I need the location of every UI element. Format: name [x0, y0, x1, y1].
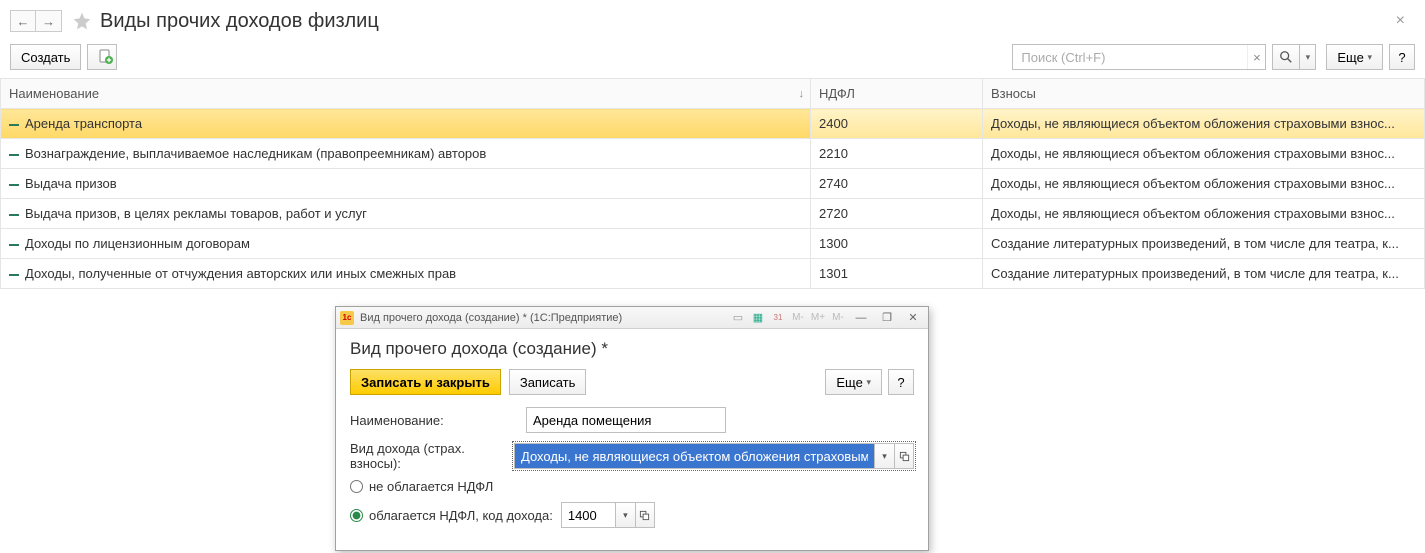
cell-dues: Создание литературных произведений, в то…	[983, 229, 1425, 259]
column-header-dues[interactable]: Взносы	[983, 79, 1425, 109]
create-income-type-dialog: 1c Вид прочего дохода (создание) * (1С:П…	[335, 306, 929, 551]
cell-ndfl: 2720	[811, 199, 983, 229]
cell-ndfl: 2400	[811, 109, 983, 139]
dialog-minimize-icon[interactable]: —	[850, 310, 872, 326]
titlebar-m-minus-icon[interactable]: M-	[790, 310, 806, 326]
table-row[interactable]: Доходы по лицензионным договорам 1300Созд…	[1, 229, 1425, 259]
create-from-template-button[interactable]	[87, 44, 117, 70]
search-clear-icon[interactable]: ×	[1247, 45, 1265, 69]
titlebar-m-minus2-icon[interactable]: M-	[830, 310, 846, 326]
radio-taxed-label: облагается НДФЛ, код дохода:	[369, 508, 553, 523]
close-page-icon[interactable]: ×	[1396, 12, 1405, 30]
app-1c-icon: 1c	[340, 311, 354, 325]
dialog-more-button[interactable]: Еще ▾	[825, 369, 882, 395]
dialog-help-button[interactable]: ?	[888, 369, 914, 395]
cell-ndfl: 1301	[811, 259, 983, 289]
cell-name: Выдача призов	[25, 176, 117, 191]
search-button[interactable]	[1272, 44, 1300, 70]
dialog-close-icon[interactable]: ✕	[902, 310, 924, 326]
search-input[interactable]	[1013, 50, 1247, 65]
save-and-close-button[interactable]: Записать и закрыть	[350, 369, 501, 395]
radio-taxed[interactable]: облагается НДФЛ, код дохода:	[350, 508, 553, 523]
cell-dues: Доходы, не являющиеся объектом обложения…	[983, 199, 1425, 229]
main-toolbar: Создать × ▾ Еще ▾ ?	[0, 40, 1425, 78]
back-button[interactable]: ←	[10, 10, 36, 32]
cell-dues: Создание литературных произведений, в то…	[983, 259, 1425, 289]
topbar: ← → Виды прочих доходов физлиц ×	[0, 0, 1425, 40]
dialog-restore-icon[interactable]: ❐	[876, 310, 898, 326]
cell-dues: Доходы, не являющиеся объектом обложения…	[983, 109, 1425, 139]
table-row[interactable]: Доходы, полученные от отчуждения авторск…	[1, 259, 1425, 289]
ndfl-code-dropdown-icon[interactable]: ▾	[615, 502, 635, 528]
cell-ndfl: 1300	[811, 229, 983, 259]
dialog-window-title: Вид прочего дохода (создание) * (1С:Пред…	[360, 312, 622, 324]
income-type-dropdown-icon[interactable]: ▾	[874, 443, 894, 469]
column-header-name[interactable]: Наименование↓	[1, 79, 811, 109]
cell-ndfl: 2740	[811, 169, 983, 199]
ndfl-code-open-icon[interactable]	[635, 502, 655, 528]
cell-name: Выдача призов, в целях рекламы товаров, …	[25, 206, 367, 221]
save-button[interactable]: Записать	[509, 369, 587, 395]
table-row[interactable]: Выдача призов 2740Доходы, не являющиеся о…	[1, 169, 1425, 199]
name-input[interactable]	[526, 407, 726, 433]
titlebar-calendar-icon[interactable]: 31	[770, 310, 786, 326]
income-type-open-icon[interactable]	[894, 443, 914, 469]
row-indicator-icon	[9, 124, 19, 126]
radio-not-taxed-label: не облагается НДФЛ	[369, 479, 493, 494]
titlebar-m-plus-icon[interactable]: M+	[810, 310, 826, 326]
search-box[interactable]: ×	[1012, 44, 1266, 70]
cell-name: Вознаграждение, выплачиваемое наследника…	[25, 146, 486, 161]
name-field-label: Наименование:	[350, 413, 526, 428]
titlebar-document-icon[interactable]: ▭	[730, 310, 746, 326]
more-button[interactable]: Еще ▾	[1326, 44, 1383, 70]
income-type-combo[interactable]	[514, 443, 874, 469]
table-row[interactable]: Вознаграждение, выплачиваемое наследника…	[1, 139, 1425, 169]
new-document-icon	[98, 49, 114, 65]
row-indicator-icon	[9, 274, 19, 276]
forward-button[interactable]: →	[36, 10, 62, 32]
page-title: Виды прочих доходов физлиц	[100, 10, 379, 33]
sort-asc-icon: ↓	[799, 88, 805, 100]
cell-name: Аренда транспорта	[25, 116, 142, 131]
create-button[interactable]: Создать	[10, 44, 81, 70]
dialog-titlebar[interactable]: 1c Вид прочего дохода (создание) * (1С:П…	[336, 307, 928, 329]
ndfl-code-input[interactable]	[561, 502, 615, 528]
row-indicator-icon	[9, 244, 19, 246]
cell-dues: Доходы, не являющиеся объектом обложения…	[983, 139, 1425, 169]
search-dropdown[interactable]: ▾	[1300, 44, 1316, 70]
table-row[interactable]: Аренда транспорта 2400Доходы, не являющие…	[1, 109, 1425, 139]
row-indicator-icon	[9, 184, 19, 186]
cell-name: Доходы по лицензионным договорам	[25, 236, 250, 251]
row-indicator-icon	[9, 214, 19, 216]
row-indicator-icon	[9, 154, 19, 156]
data-grid[interactable]: Наименование↓ НДФЛ Взносы Аренда транспо…	[0, 78, 1425, 289]
magnifier-icon	[1279, 50, 1293, 64]
help-button[interactable]: ?	[1389, 44, 1415, 70]
cell-name: Доходы, полученные от отчуждения авторск…	[25, 266, 456, 281]
titlebar-table-icon[interactable]: ▦	[750, 310, 766, 326]
column-header-ndfl[interactable]: НДФЛ	[811, 79, 983, 109]
cell-ndfl: 2210	[811, 139, 983, 169]
favorite-star-icon[interactable]	[72, 11, 92, 31]
table-row[interactable]: Выдача призов, в целях рекламы товаров, …	[1, 199, 1425, 229]
dialog-heading: Вид прочего дохода (создание) *	[350, 339, 914, 359]
type-field-label: Вид дохода (страх. взносы):	[350, 441, 514, 471]
cell-dues: Доходы, не являющиеся объектом обложения…	[983, 169, 1425, 199]
radio-not-taxed[interactable]: не облагается НДФЛ	[350, 479, 493, 494]
